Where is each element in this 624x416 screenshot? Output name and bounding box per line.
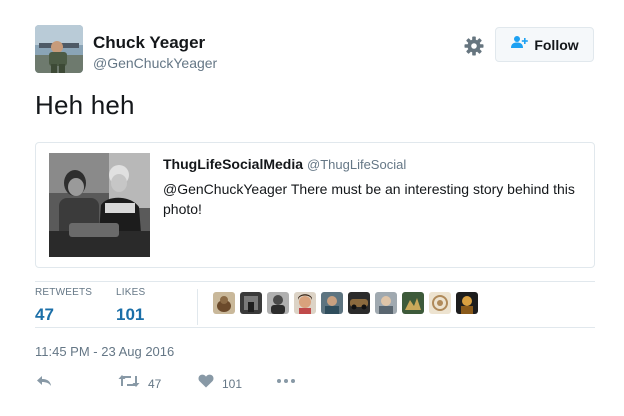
quoted-tweet-photo[interactable] xyxy=(49,153,150,257)
likes-value[interactable]: 101 xyxy=(116,305,145,325)
liker-avatar[interactable] xyxy=(294,292,316,314)
retweet-count: 47 xyxy=(148,376,162,391)
like-button[interactable]: 101 xyxy=(198,374,242,393)
likers-avatars xyxy=(213,292,478,314)
reply-button[interactable] xyxy=(35,374,53,393)
retweets-stat[interactable]: RETWEETS 47 xyxy=(35,287,92,325)
liker-avatar[interactable] xyxy=(348,292,370,314)
follow-button[interactable]: Follow xyxy=(495,27,594,62)
retweets-value[interactable]: 47 xyxy=(35,305,92,325)
divider-top xyxy=(35,281,595,282)
quoted-tweet-text: @GenChuckYeager There must be an interes… xyxy=(163,181,575,217)
more-icon xyxy=(276,374,296,393)
likes-label: LIKES xyxy=(116,287,146,298)
liker-avatar[interactable] xyxy=(267,292,289,314)
likes-stat[interactable]: LIKES 101 xyxy=(116,287,145,325)
liker-avatar[interactable] xyxy=(402,292,424,314)
tweet-text: Heh heh xyxy=(35,90,135,120)
liker-avatar[interactable] xyxy=(240,292,262,314)
heart-icon xyxy=(198,374,214,393)
quoted-tweet-author: ThugLifeSocialMedia @ThugLifeSocial xyxy=(163,156,406,172)
retweet-button[interactable]: 47 xyxy=(118,374,161,393)
retweet-icon xyxy=(118,374,140,393)
tweet-timestamp[interactable]: 11:45 PM - 23 Aug 2016 xyxy=(35,344,174,359)
author-handle[interactable]: @GenChuckYeager xyxy=(93,55,217,71)
quoted-tweet[interactable]: ThugLifeSocialMedia @ThugLifeSocial @GenC… xyxy=(35,142,595,268)
more-button[interactable] xyxy=(276,374,296,393)
divider-bottom xyxy=(35,327,595,328)
like-count: 101 xyxy=(222,376,243,391)
quoted-tweet-name[interactable]: ThugLifeSocialMedia xyxy=(163,156,303,172)
liker-avatar[interactable] xyxy=(321,292,343,314)
follow-button-label: Follow xyxy=(534,36,579,53)
quoted-tweet-handle[interactable]: @ThugLifeSocial xyxy=(307,157,406,172)
author-avatar[interactable] xyxy=(35,25,83,73)
liker-avatar[interactable] xyxy=(456,292,478,314)
reply-icon xyxy=(35,374,53,393)
liker-avatar[interactable] xyxy=(375,292,397,314)
liker-avatar[interactable] xyxy=(429,292,451,314)
stats-separator xyxy=(197,289,198,325)
gear-icon[interactable] xyxy=(463,35,485,57)
author-name[interactable]: Chuck Yeager xyxy=(93,33,205,53)
retweets-label: RETWEETS xyxy=(35,287,93,298)
follow-person-icon xyxy=(510,35,529,54)
liker-avatar[interactable] xyxy=(213,292,235,314)
